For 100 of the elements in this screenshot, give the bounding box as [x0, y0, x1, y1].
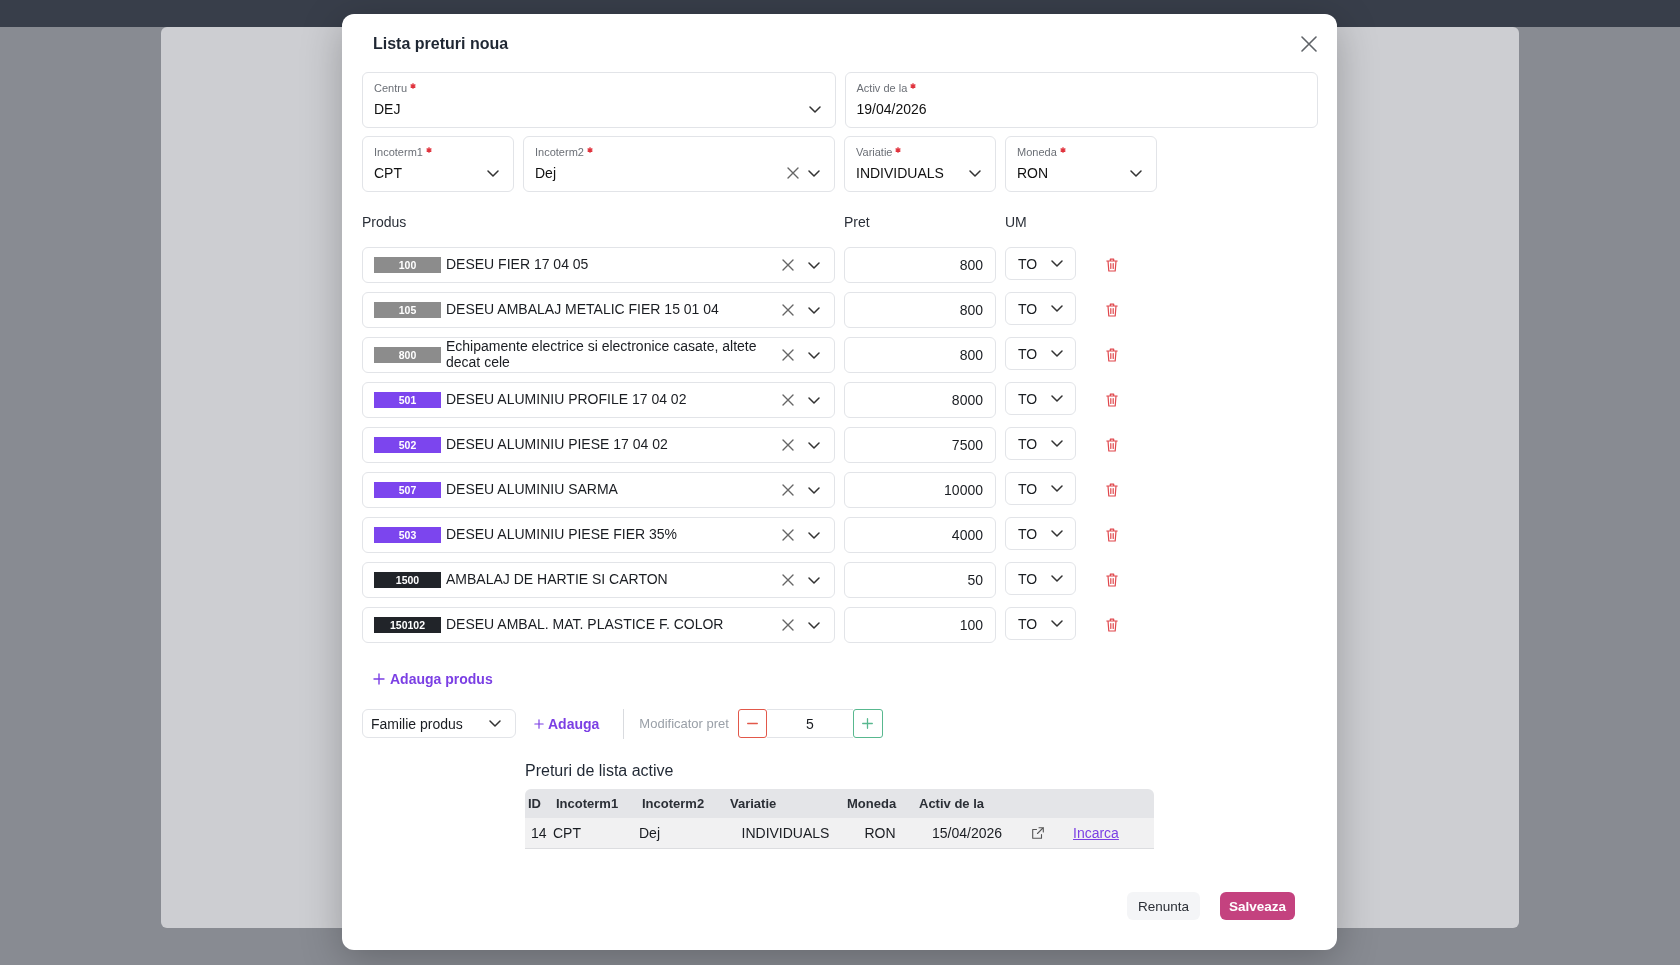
close-icon[interactable] — [1301, 36, 1317, 52]
product-select[interactable]: 800 Echipamente electrice si electronice casate, altete decat cele — [362, 337, 835, 373]
clear-icon[interactable] — [782, 394, 794, 406]
plus-icon — [534, 718, 544, 729]
select-field[interactable]: Variatie INDIVIDUALS — [844, 136, 996, 192]
select-field[interactable]: Centru DEJ — [362, 72, 836, 128]
select-field[interactable]: Incoterm2 Dej — [523, 136, 835, 192]
product-select[interactable]: 150102 DESEU AMBAL. MAT. PLASTICE F. COLOR — [362, 607, 835, 643]
trash-icon[interactable] — [1106, 303, 1118, 317]
product-code-tag: 100 — [374, 257, 441, 273]
chevron-down-icon — [808, 261, 820, 269]
add-product-button[interactable]: Adauga produs — [373, 669, 493, 689]
chevron-down-icon — [808, 306, 820, 314]
chevron-down-icon — [1051, 530, 1063, 537]
trash-icon[interactable] — [1106, 258, 1118, 272]
clear-icon[interactable] — [782, 619, 794, 631]
chevron-down-icon — [808, 486, 820, 494]
chevron-down-icon — [1051, 485, 1063, 492]
price-field[interactable]: 10000 — [844, 472, 996, 508]
chevron-down-icon — [808, 351, 820, 359]
product-code-tag: 501 — [374, 392, 441, 408]
chevron-down-icon — [1130, 169, 1142, 177]
product-code-tag: 503 — [374, 527, 441, 543]
cancel-button[interactable]: Renunta — [1126, 892, 1200, 920]
chevron-down-icon — [1051, 575, 1063, 582]
unit-select[interactable]: TO — [1005, 292, 1076, 325]
price-field[interactable]: 7500 — [844, 427, 996, 463]
product-code-tag: 507 — [374, 482, 441, 498]
product-code-tag: 502 — [374, 437, 441, 453]
field-label: Variatie — [856, 145, 893, 160]
product-select[interactable]: 502 DESEU ALUMINIU PIESE 17 04 02 — [362, 427, 835, 463]
price-field[interactable]: 800 — [844, 292, 996, 328]
clear-icon[interactable] — [782, 574, 794, 586]
decrease-button[interactable] — [737, 709, 767, 738]
unit-select[interactable]: TO — [1005, 247, 1076, 280]
chevron-down-icon — [808, 621, 820, 629]
modifier-field[interactable]: 5 — [766, 709, 853, 738]
add-button[interactable]: Adauga — [534, 715, 600, 732]
plus-icon — [862, 718, 874, 729]
trash-icon[interactable] — [1106, 573, 1118, 587]
table-cell-text: 15/04/2026 — [930, 825, 1004, 841]
chevron-down-icon — [808, 396, 820, 404]
clear-icon[interactable] — [782, 529, 794, 541]
clear-icon[interactable] — [787, 167, 799, 179]
price-field[interactable]: 50 — [844, 562, 996, 598]
trash-icon[interactable] — [1106, 483, 1118, 497]
price-field[interactable]: 800 — [844, 337, 996, 373]
product-code-tag: 105 — [374, 302, 441, 318]
external-link-icon[interactable] — [1032, 827, 1044, 839]
unit-select[interactable]: TO — [1005, 337, 1076, 370]
trash-icon[interactable] — [1106, 438, 1118, 452]
unit-select[interactable]: TO — [1005, 472, 1076, 505]
price-field[interactable]: 800 — [844, 247, 996, 283]
chevron-down-icon — [808, 105, 821, 113]
product-select[interactable]: 503 DESEU ALUMINIU PIESE FIER 35% — [362, 517, 835, 553]
load-link[interactable]: Incarca — [1073, 825, 1119, 841]
chevron-down-icon — [1051, 305, 1063, 312]
trash-icon[interactable] — [1106, 393, 1118, 407]
column-header: Activ de la — [918, 796, 986, 811]
clear-icon[interactable] — [782, 439, 794, 451]
save-button[interactable]: Salveaza — [1219, 892, 1295, 920]
column-header: Moneda — [846, 796, 898, 811]
unit-select[interactable]: TO — [1005, 382, 1076, 415]
dialog-title: Lista preturi noua — [373, 35, 509, 53]
select-field[interactable]: Moneda RON — [1005, 136, 1157, 192]
product-select[interactable]: 1500 AMBALAJ DE HARTIE SI CARTON — [362, 562, 835, 598]
clear-icon[interactable] — [782, 349, 794, 361]
field-label: Activ de la — [856, 81, 908, 96]
clear-icon[interactable] — [782, 259, 794, 271]
clear-icon[interactable] — [782, 304, 794, 316]
unit-select[interactable]: TO — [1005, 607, 1076, 640]
trash-icon[interactable] — [1106, 348, 1118, 362]
trash-icon[interactable] — [1106, 528, 1118, 542]
date-field[interactable]: Activ de la 19/04/2026 — [844, 72, 1318, 128]
chevron-down-icon — [808, 576, 820, 584]
price-field[interactable]: 4000 — [844, 517, 996, 553]
price-field[interactable]: 100 — [844, 607, 996, 643]
chevron-down-icon — [808, 441, 820, 449]
chevron-down-icon — [969, 169, 981, 177]
product-select[interactable]: 105 DESEU AMBALAJ METALIC FIER 15 01 04 — [362, 292, 835, 328]
trash-icon[interactable] — [1106, 618, 1118, 632]
table-cell-text: 14 — [530, 825, 548, 841]
product-select[interactable]: 507 DESEU ALUMINIU SARMA — [362, 472, 835, 508]
column-header: Incoterm2 — [641, 796, 706, 811]
unit-select[interactable]: TO — [1005, 562, 1076, 595]
clear-icon[interactable] — [782, 484, 794, 496]
unit-select[interactable]: TO — [1005, 517, 1076, 550]
chevron-down-icon — [489, 720, 501, 727]
column-header: Pret — [844, 214, 871, 230]
family-select[interactable]: Familie produs — [362, 709, 516, 738]
product-select[interactable]: 100 DESEU FIER 17 04 05 — [362, 247, 835, 283]
select-field[interactable]: Incoterm1 CPT — [362, 136, 514, 192]
unit-select[interactable]: TO — [1005, 427, 1076, 460]
field-label: Centru — [374, 81, 408, 96]
chevron-down-icon — [1051, 350, 1063, 357]
price-field[interactable]: 8000 — [844, 382, 996, 418]
section-title: Preturi de lista active — [525, 762, 675, 780]
chevron-down-icon — [487, 169, 499, 177]
table-cell-text: RON — [863, 825, 897, 841]
product-select[interactable]: 501 DESEU ALUMINIU PROFILE 17 04 02 — [362, 382, 835, 418]
